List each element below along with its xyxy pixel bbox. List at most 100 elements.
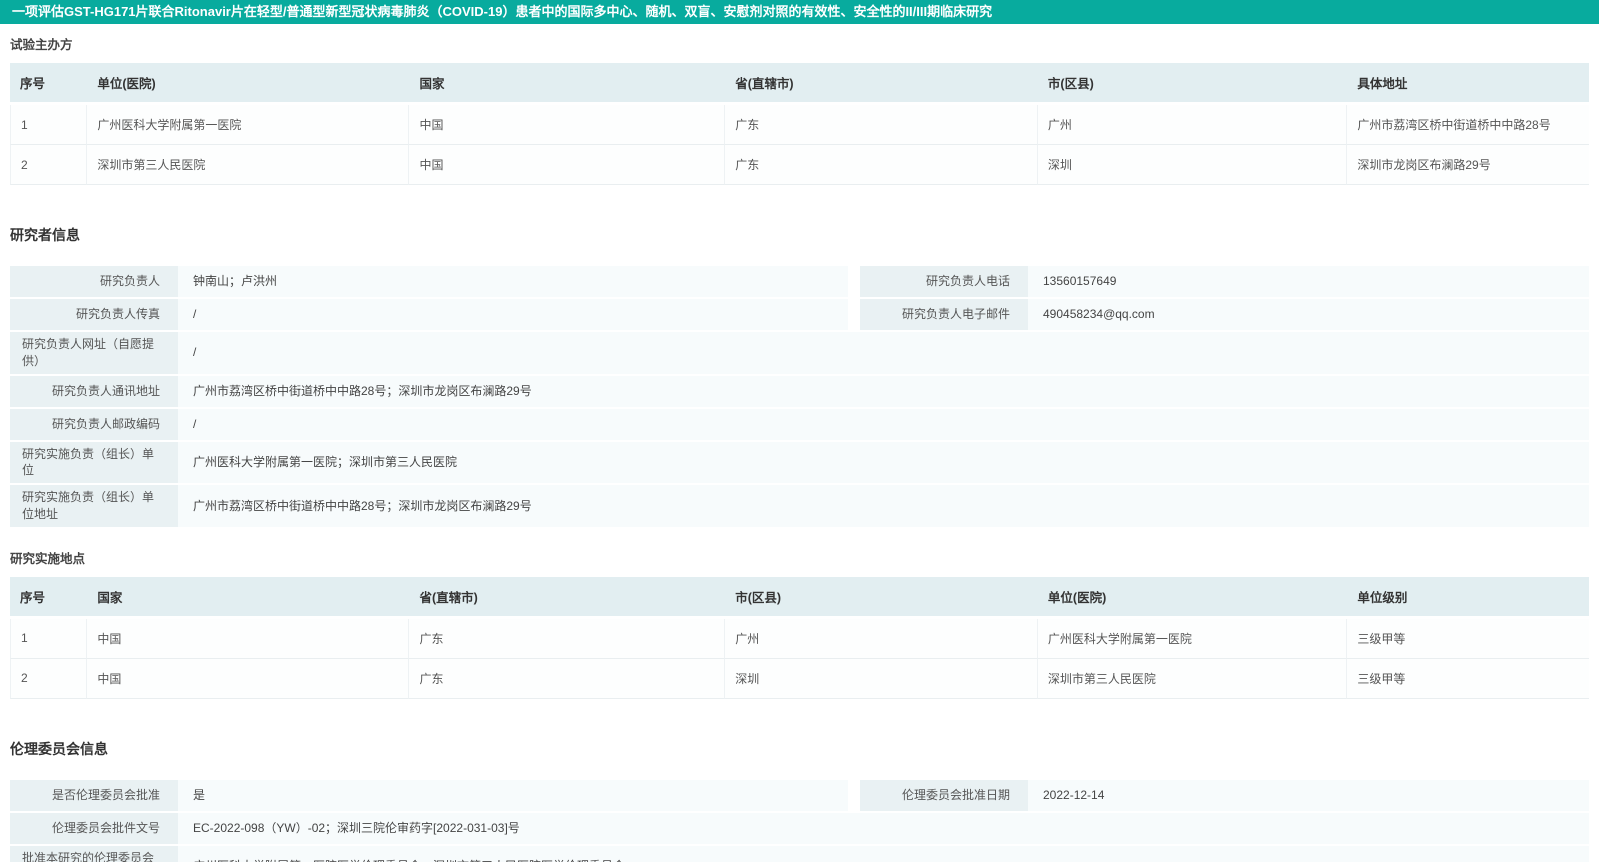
table-cell: 2 bbox=[10, 658, 88, 699]
column-header: 序号 bbox=[10, 576, 88, 619]
column-header: 国家 bbox=[409, 63, 726, 105]
table-cell: 广东 bbox=[409, 618, 726, 659]
table-cell: 广东 bbox=[725, 145, 1038, 185]
column-header: 单位(医院) bbox=[87, 63, 410, 105]
field-label: 研究负责人电话 bbox=[860, 266, 1028, 297]
table-row: 1 中国 广东 广州 广州医科大学附属第一医院 三级甲等 bbox=[10, 618, 1589, 659]
info-row: 是否伦理委员会批准是伦理委员会批准日期 2022-12-14 bbox=[10, 779, 1589, 811]
info-row: 研究实施负责（组长）单位地址 广州市荔湾区桥中街道桥中中路28号；深圳市龙岗区布澜… bbox=[10, 485, 1589, 527]
table-cell: 三级甲等 bbox=[1347, 658, 1589, 699]
field-label: 研究实施负责（组长）单位地址 bbox=[10, 485, 178, 527]
field-label: 伦理委员会批准日期 bbox=[860, 779, 1028, 811]
table-cell: 广州医科大学附属第一医院 bbox=[1037, 618, 1348, 659]
sponsor-table-header-row: 序号 单位(医院) 国家 省(直辖市) 市(区县) 具体地址 bbox=[10, 63, 1589, 105]
field-value: 广州医科大学附属第一医院医学伦理委员会；深圳市第三人民医院医学伦理委员会 bbox=[178, 845, 1589, 862]
field-value: 广州市荔湾区桥中街道桥中中路28号；深圳市龙岗区布澜路29号 bbox=[178, 485, 1589, 527]
table-cell: 深圳市第三人民医院 bbox=[1037, 658, 1348, 699]
column-header: 序号 bbox=[10, 63, 88, 105]
column-header: 国家 bbox=[87, 576, 410, 619]
field-label: 批准本研究的伦理委员会名称 bbox=[10, 845, 178, 862]
field-pair: 批准本研究的伦理委员会名称广州医科大学附属第一医院医学伦理委员会；深圳市第三人民… bbox=[10, 845, 1589, 862]
column-header: 省(直辖市) bbox=[409, 576, 726, 619]
table-cell: 深圳市第三人民医院 bbox=[87, 145, 410, 185]
column-header: 单位级别 bbox=[1347, 576, 1589, 619]
field-pair: 是否伦理委员会批准是 bbox=[10, 779, 848, 811]
table-cell: 深圳 bbox=[725, 658, 1038, 699]
table-cell: 广州 bbox=[1037, 105, 1348, 145]
field-value: EC-2022-098（YW）-02；深圳三院伦审药字[2022-031-03]… bbox=[178, 812, 1589, 844]
field-pair: 研究实施负责（组长）单位地址 广州市荔湾区桥中街道桥中中路28号；深圳市龙岗区布澜… bbox=[10, 485, 1589, 527]
trial-title: 一项评估GST-HG171片联合Ritonavir片在轻型/普通型新型冠状病毒肺… bbox=[12, 4, 993, 19]
field-pair: 研究负责人电子邮件 490458234@qq.com bbox=[860, 299, 1589, 330]
field-label: 研究负责人网址（自愿提供） bbox=[10, 332, 178, 374]
table-cell: 中国 bbox=[87, 618, 410, 659]
field-pair: 研究负责人传真 / bbox=[10, 299, 848, 330]
sites-table: 序号 国家 省(直辖市) 市(区县) 单位(医院) 单位级别 1 中国 广东 广州 广州… bbox=[10, 576, 1589, 699]
info-row: 伦理委员会批件文号 EC-2022-098（YW）-02；深圳三院伦审药字[202… bbox=[10, 812, 1589, 844]
field-value: / bbox=[178, 332, 1589, 374]
field-value: / bbox=[178, 408, 1589, 440]
table-cell: 深圳市龙岗区布澜路29号 bbox=[1347, 145, 1589, 185]
table-row: 1 广州医科大学附属第一医院 中国 广东 广州 广州市荔湾区桥中街道桥中中路28号 bbox=[10, 105, 1589, 145]
info-row: 研究负责人邮政编码 / bbox=[10, 408, 1589, 440]
column-header: 市(区县) bbox=[725, 576, 1038, 619]
info-row: 研究负责人传真 / 研究负责人电子邮件 490458234@qq.com bbox=[10, 299, 1589, 330]
field-value: / bbox=[178, 299, 848, 330]
field-value: 13560157649 bbox=[1028, 266, 1589, 297]
sponsor-section-title: 试验主办方 bbox=[10, 38, 73, 52]
ethics-info-grid: 是否伦理委员会批准是伦理委员会批准日期 2022-12-14 伦理委员会批件文号 EC… bbox=[10, 779, 1589, 862]
column-header: 省(直辖市) bbox=[725, 63, 1038, 105]
field-pair: 研究实施负责（组长）单位 广州医科大学附属第一医院；深圳市第三人民医院 bbox=[10, 441, 1589, 484]
field-pair: 研究负责人网址（自愿提供） / bbox=[10, 332, 1589, 374]
table-row: 2 中国 广东 深圳 深圳市第三人民医院 三级甲等 bbox=[10, 658, 1589, 699]
field-label: 研究实施负责（组长）单位 bbox=[10, 441, 178, 484]
field-label: 是否伦理委员会批准 bbox=[10, 779, 178, 811]
trial-title-bar: 一项评估GST-HG171片联合Ritonavir片在轻型/普通型新型冠状病毒肺… bbox=[0, 0, 1599, 24]
table-cell: 广州医科大学附属第一医院 bbox=[87, 105, 410, 145]
field-value: 广州医科大学附属第一医院；深圳市第三人民医院 bbox=[178, 441, 1589, 484]
info-row: 研究负责人网址（自愿提供） / bbox=[10, 332, 1589, 374]
column-header: 市(区县) bbox=[1037, 63, 1348, 105]
column-header: 具体地址 bbox=[1347, 63, 1589, 105]
table-cell: 广东 bbox=[725, 105, 1038, 145]
field-label: 伦理委员会批件文号 bbox=[10, 812, 178, 844]
table-cell: 1 bbox=[10, 618, 88, 659]
info-row: 批准本研究的伦理委员会名称广州医科大学附属第一医院医学伦理委员会；深圳市第三人民… bbox=[10, 845, 1589, 862]
field-value: 钟南山；卢洪州 bbox=[178, 266, 848, 297]
info-row: 研究负责人通讯地址 广州市荔湾区桥中街道桥中中路28号；深圳市龙岗区布澜路29号 bbox=[10, 375, 1589, 407]
table-cell: 深圳 bbox=[1037, 145, 1348, 185]
field-value: 广州市荔湾区桥中街道桥中中路28号；深圳市龙岗区布澜路29号 bbox=[178, 375, 1589, 407]
field-label: 研究负责人通讯地址 bbox=[10, 375, 178, 407]
info-row: 研究负责人 钟南山；卢洪州 研究负责人电话 13560157649 bbox=[10, 266, 1589, 297]
field-pair: 研究负责人邮政编码 / bbox=[10, 408, 1589, 440]
table-cell: 2 bbox=[10, 145, 88, 185]
field-label: 研究负责人传真 bbox=[10, 299, 178, 330]
sites-table-header-row: 序号 国家 省(直辖市) 市(区县) 单位(医院) 单位级别 bbox=[10, 576, 1589, 619]
field-pair: 伦理委员会批件文号 EC-2022-098（YW）-02；深圳三院伦审药字[202… bbox=[10, 812, 1589, 844]
field-value: 490458234@qq.com bbox=[1028, 299, 1589, 330]
table-cell: 广东 bbox=[409, 658, 726, 699]
sites-section-title: 研究实施地点 bbox=[10, 551, 86, 566]
column-header: 单位(医院) bbox=[1037, 576, 1348, 619]
table-row: 2 深圳市第三人民医院 中国 广东 深圳 深圳市龙岗区布澜路29号 bbox=[10, 145, 1589, 185]
table-cell: 中国 bbox=[409, 105, 726, 145]
researcher-section-title: 研究者信息 bbox=[10, 227, 80, 243]
field-value: 2022-12-14 bbox=[1028, 779, 1589, 811]
table-cell: 广州 bbox=[725, 618, 1038, 659]
field-pair: 研究负责人 钟南山；卢洪州 bbox=[10, 266, 848, 297]
info-row: 研究实施负责（组长）单位 广州医科大学附属第一医院；深圳市第三人民医院 bbox=[10, 441, 1589, 484]
table-cell: 1 bbox=[10, 105, 88, 145]
page-content: 试验主办方 序号 单位(医院) 国家 省(直辖市) 市(区县) 具体地址 1 广州… bbox=[0, 34, 1599, 862]
table-cell: 广州市荔湾区桥中街道桥中中路28号 bbox=[1347, 105, 1589, 145]
field-pair: 伦理委员会批准日期 2022-12-14 bbox=[860, 779, 1589, 811]
field-label: 研究负责人 bbox=[10, 266, 178, 297]
field-pair: 研究负责人通讯地址 广州市荔湾区桥中街道桥中中路28号；深圳市龙岗区布澜路29号 bbox=[10, 375, 1589, 407]
ethics-section-title: 伦理委员会信息 bbox=[10, 740, 108, 757]
field-pair: 研究负责人电话 13560157649 bbox=[860, 266, 1589, 297]
field-label: 研究负责人电子邮件 bbox=[860, 299, 1028, 330]
table-cell: 中国 bbox=[409, 145, 726, 185]
table-cell: 中国 bbox=[87, 658, 410, 699]
researcher-info-grid: 研究负责人 钟南山；卢洪州 研究负责人电话 13560157649 研究负责人传真 / 研究… bbox=[10, 266, 1589, 527]
table-cell: 三级甲等 bbox=[1347, 618, 1589, 659]
field-label: 研究负责人邮政编码 bbox=[10, 408, 178, 440]
